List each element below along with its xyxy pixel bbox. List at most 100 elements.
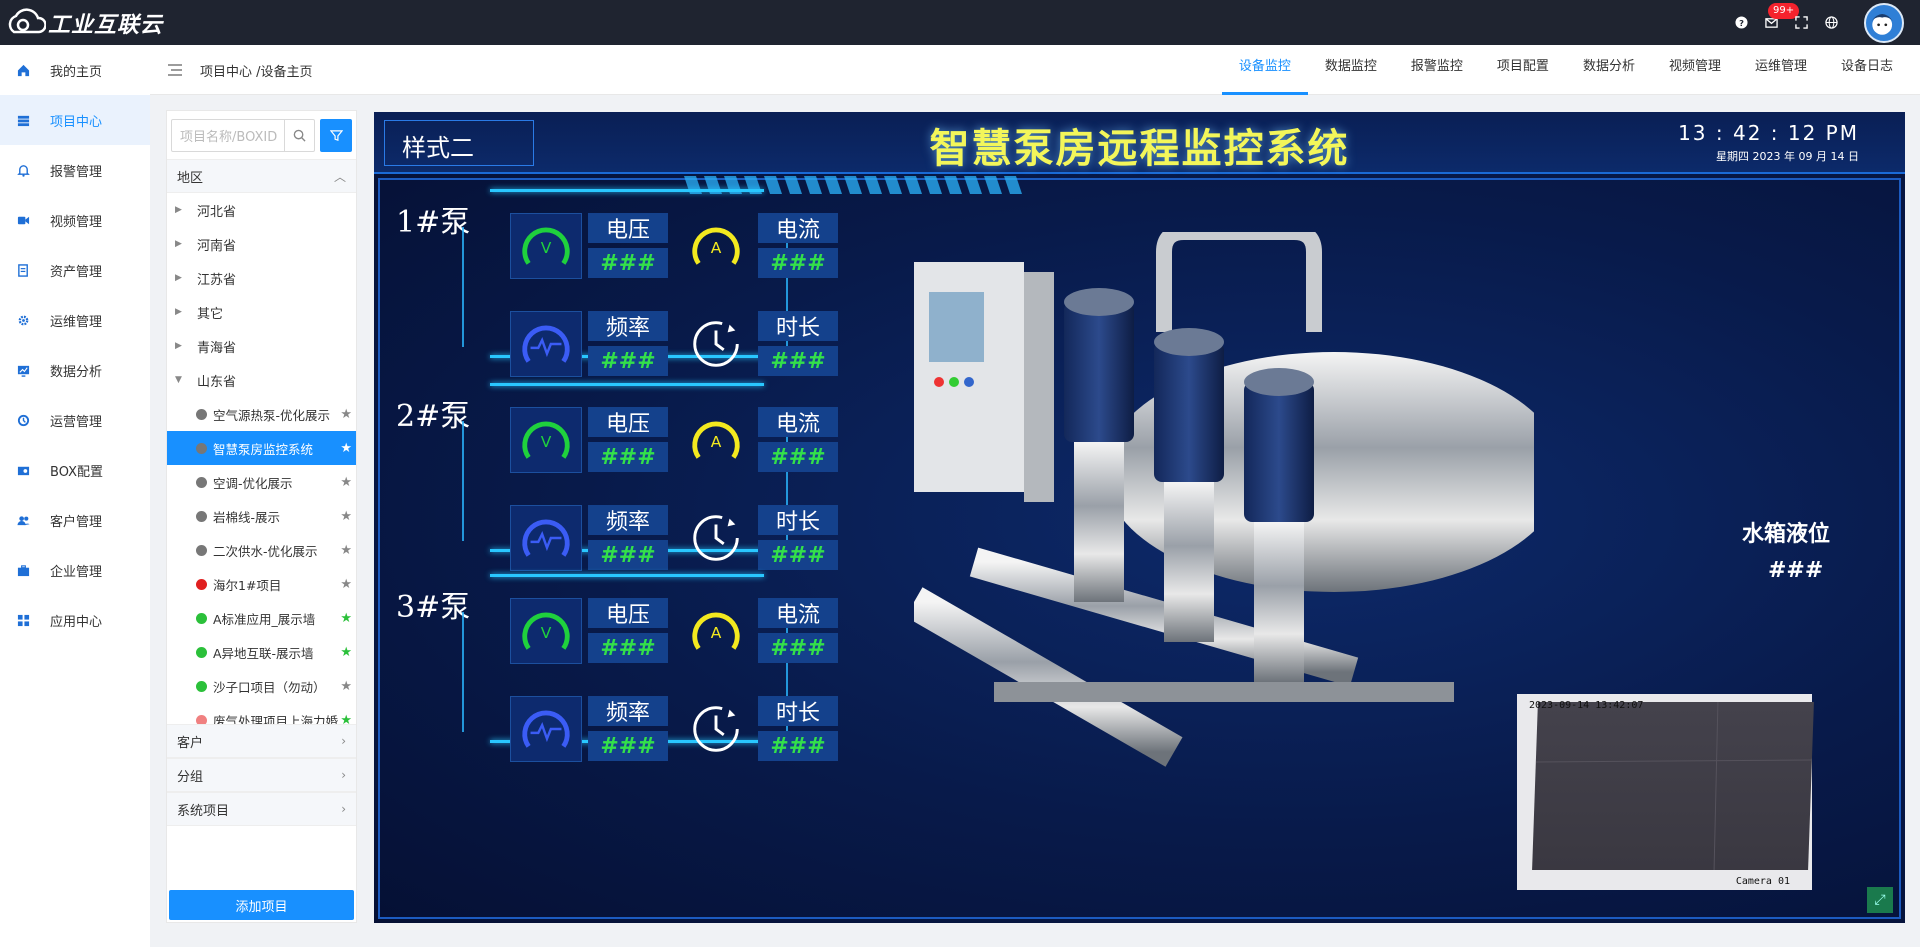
svg-text:A: A: [711, 624, 722, 642]
tree-province[interactable]: ▼ 山东省: [167, 363, 356, 397]
section-label: 客户: [177, 735, 204, 751]
tree-project[interactable]: 空气源热泵-优化展示 ★: [167, 397, 356, 431]
voltage-gauge-icon: V: [510, 407, 582, 473]
sidebar-item-label: 运维管理: [50, 314, 103, 330]
star-icon[interactable]: ★: [340, 645, 352, 660]
sidebar-item-maintenance[interactable]: 运维管理: [0, 295, 150, 345]
star-icon[interactable]: ★: [340, 543, 352, 558]
asset-icon: [16, 263, 30, 277]
cloud-logo-icon: [8, 7, 46, 33]
sidebar-item-enterprise[interactable]: 企业管理: [0, 545, 150, 595]
tree-project[interactable]: A标准应用_展示墙 ★: [167, 601, 356, 635]
help-icon[interactable]: ?: [1726, 16, 1756, 29]
sidebar-item-video[interactable]: 视频管理: [0, 195, 150, 245]
star-icon[interactable]: ★: [340, 611, 352, 626]
tab-device-log[interactable]: 设备日志: [1824, 45, 1910, 95]
tab-data-monitor[interactable]: 数据监控: [1308, 45, 1394, 95]
tree-project[interactable]: 智慧泵房监控系统 ★: [167, 431, 356, 465]
sidebar-item-alarms[interactable]: 报警管理: [0, 145, 150, 195]
pump-top-line: [490, 189, 764, 192]
project-search-input[interactable]: 项目名称/BOXID: [171, 118, 316, 152]
bell-icon: [16, 163, 30, 177]
avatar[interactable]: [1864, 2, 1904, 43]
group-section[interactable]: 分组 ›: [167, 758, 356, 792]
fullscreen-icon[interactable]: [1786, 16, 1816, 29]
apps-icon: [16, 613, 30, 627]
logo[interactable]: 工业互联云: [6, 6, 163, 39]
current-value: ###: [758, 633, 838, 663]
camera-feed[interactable]: 2023-09-14 13:42:07 Camera 01: [1517, 694, 1814, 890]
status-dot-icon: [196, 408, 207, 420]
tab-video[interactable]: 视频管理: [1652, 45, 1738, 95]
tab-project-config[interactable]: 项目配置: [1480, 45, 1566, 95]
caret-right-icon: ▶: [175, 205, 182, 215]
tab-maintenance[interactable]: 运维管理: [1738, 45, 1824, 95]
caret-down-icon: ▼: [175, 375, 182, 385]
mail-icon[interactable]: 99+: [1756, 3, 1800, 29]
status-dot-icon: [196, 578, 207, 590]
star-icon[interactable]: ★: [340, 577, 352, 592]
sidebar-item-apps[interactable]: 应用中心: [0, 595, 150, 645]
customer-section[interactable]: 客户 ›: [167, 724, 356, 758]
globe-icon[interactable]: [1816, 16, 1846, 29]
expand-icon[interactable]: ⤢: [1867, 887, 1893, 913]
star-icon[interactable]: ★: [340, 509, 352, 524]
sidebar-item-projects[interactable]: 项目中心: [0, 95, 150, 145]
caret-right-icon: ▶: [175, 341, 182, 351]
system-project-section[interactable]: 系统项目 ›: [167, 792, 356, 826]
pump-room-dashboard: 样式二 智慧泵房远程监控系统 13 : 42 : 12 PM 星期四 2023 …: [374, 112, 1905, 923]
status-dot-icon: [196, 544, 207, 556]
runtime-label: 时长: [758, 696, 838, 726]
add-project-button[interactable]: 添加项目: [169, 890, 354, 920]
star-icon[interactable]: ★: [340, 441, 352, 456]
menu-toggle-icon[interactable]: [168, 64, 182, 76]
search-icon[interactable]: [284, 119, 314, 151]
users-icon: [16, 513, 30, 527]
tab-data-analysis[interactable]: 数据分析: [1566, 45, 1652, 95]
current-gauge-icon: A: [680, 213, 752, 279]
sidebar-item-analytics[interactable]: 数据分析: [0, 345, 150, 395]
tree-province[interactable]: ▶ 河北省: [167, 193, 356, 227]
star-icon[interactable]: ★: [340, 407, 352, 422]
filter-button[interactable]: [320, 118, 352, 152]
clock-date: 星期四 2023 年 09 月 14 日: [1716, 150, 1859, 163]
star-icon[interactable]: ★: [340, 679, 352, 694]
star-icon[interactable]: ★: [340, 475, 352, 490]
runtime-label: 时长: [758, 505, 838, 535]
tab-device-monitor[interactable]: 设备监控: [1221, 45, 1308, 95]
sidebar-item-home[interactable]: 我的主页: [0, 45, 150, 95]
tree-province[interactable]: ▶ 河南省: [167, 227, 356, 261]
sidebar-item-box-config[interactable]: BOX配置: [0, 445, 150, 495]
tree-project[interactable]: 沙子口项目（勿动） ★: [167, 669, 356, 703]
sidebar-item-label: BOX配置: [50, 464, 103, 480]
tree-project[interactable]: 空调-优化展示 ★: [167, 465, 356, 499]
tree-province[interactable]: ▶ 青海省: [167, 329, 356, 363]
clock-gauge-icon: [680, 505, 752, 571]
region-label: 地区: [177, 170, 204, 186]
status-dot-icon: [196, 510, 207, 522]
tree-project[interactable]: 海尔1#项目 ★: [167, 567, 356, 601]
project-label: 岩棉线-展示: [213, 509, 281, 525]
tree-project[interactable]: 二次供水-优化展示 ★: [167, 533, 356, 567]
caret-right-icon: ▶: [175, 273, 182, 283]
home-icon: [16, 63, 30, 77]
operate-icon: [16, 413, 30, 427]
tab-alarm-monitor[interactable]: 报警监控: [1394, 45, 1480, 95]
voltage-value: ###: [588, 248, 668, 278]
tree-province[interactable]: ▶ 江苏省: [167, 261, 356, 295]
sidebar-item-assets[interactable]: 资产管理: [0, 245, 150, 295]
caret-right-icon: ▶: [175, 239, 182, 249]
current-label: 电流: [758, 407, 838, 437]
project-label: A异地互联-展示墙: [213, 645, 314, 661]
frequency-gauge-icon: [510, 311, 582, 377]
tree-project[interactable]: A异地互联-展示墙 ★: [167, 635, 356, 669]
sidebar-item-operations[interactable]: 运营管理: [0, 395, 150, 445]
region-section[interactable]: 地区 ︿: [167, 159, 356, 193]
tree-project[interactable]: 岩棉线-展示 ★: [167, 499, 356, 533]
frequency-value: ###: [588, 346, 668, 376]
camera-timestamp: 2023-09-14 13:42:07: [1529, 700, 1644, 711]
tree-province[interactable]: ▶ 其它: [167, 295, 356, 329]
sidebar-item-customers[interactable]: 客户管理: [0, 495, 150, 545]
chart-icon: [16, 363, 30, 377]
frequency-label: 频率: [588, 311, 668, 341]
